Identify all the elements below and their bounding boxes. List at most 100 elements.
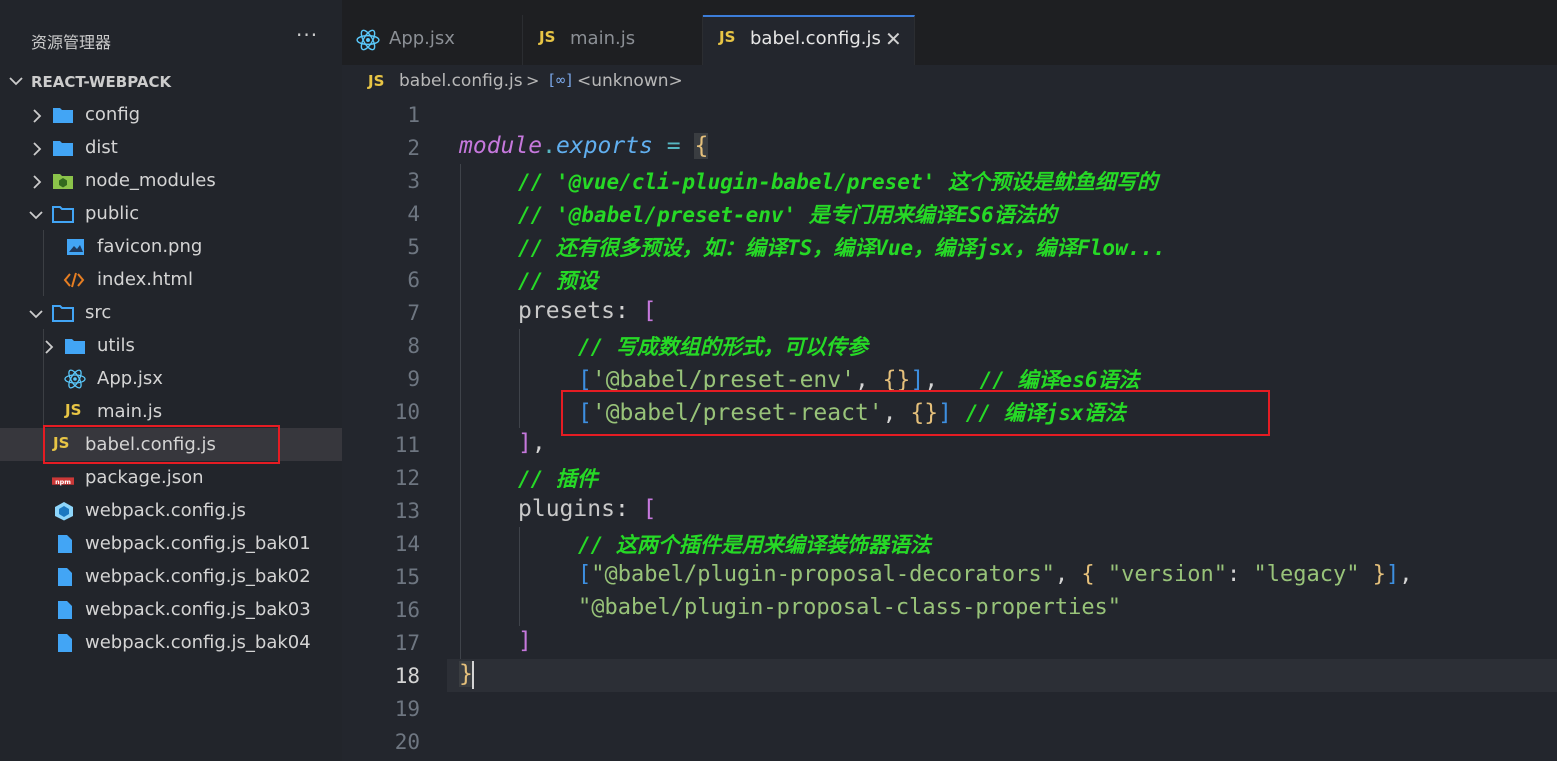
chevron-down-icon xyxy=(29,310,43,319)
js-icon: JS xyxy=(539,28,556,46)
folder-icon xyxy=(53,108,73,123)
explorer-sidebar: 资源管理器 ··· REACT-WEBPACK config dist node… xyxy=(0,0,342,761)
line-number: 2 xyxy=(407,136,420,160)
code-line-3: // '@vue/cli-plugin-babel/preset' 这个预设是鱿… xyxy=(518,170,1158,194)
annotation-highlight-box xyxy=(561,390,1270,436)
tree-item-label: favicon.png xyxy=(97,236,203,257)
code-token: = xyxy=(652,133,695,159)
tree-item-webpack-bak03[interactable]: webpack.config.js_bak03 xyxy=(0,593,342,626)
line-number-current: 18 xyxy=(394,664,420,688)
tree-item-label: webpack.config.js_bak03 xyxy=(85,599,311,620)
tree-item-webpack-bak01[interactable]: webpack.config.js_bak01 xyxy=(0,527,342,560)
code-token: } xyxy=(1359,562,1387,587)
tree-item-utils[interactable]: utils xyxy=(0,329,342,362)
tree-item-main-js[interactable]: JS main.js xyxy=(0,395,342,428)
react-icon xyxy=(64,369,86,389)
close-icon[interactable]: ✕ xyxy=(885,27,902,51)
folder-open-icon xyxy=(52,206,74,223)
folder-icon xyxy=(53,141,73,156)
line-number: 8 xyxy=(407,334,420,358)
tree-item-label: package.json xyxy=(85,467,204,488)
editor-tab-bar: App.jsx JS main.js JS babel.config.js ✕ xyxy=(342,15,1557,65)
chevron-right-icon xyxy=(33,142,42,156)
file-icon xyxy=(58,634,72,652)
tree-item-label: dist xyxy=(85,137,118,158)
line-number: 19 xyxy=(394,697,420,721)
code-line-2: module.exports = { xyxy=(459,133,709,159)
tree-item-public[interactable]: public xyxy=(0,197,342,230)
code-line-6: // 预设 xyxy=(518,269,598,293)
code-token: plugins xyxy=(518,496,615,522)
tab-babel-config[interactable]: JS babel.config.js ✕ xyxy=(703,15,915,65)
tree-item-label: webpack.config.js_bak04 xyxy=(85,632,311,653)
tree-item-dist[interactable]: dist xyxy=(0,131,342,164)
tree-item-label: index.html xyxy=(97,269,193,290)
breadcrumb-file[interactable]: babel.config.js xyxy=(399,71,523,91)
tree-item-label: src xyxy=(85,302,112,323)
line-number: 7 xyxy=(407,301,420,325)
code-line-16: "@babel/plugin-proposal-class-properties… xyxy=(578,595,1122,620)
svg-text:npm: npm xyxy=(55,478,71,486)
chevron-right-icon xyxy=(33,109,42,123)
chevron-down-icon xyxy=(29,211,43,220)
code-token: "version" xyxy=(1094,562,1228,587)
image-icon xyxy=(67,239,84,255)
tree-item-webpack-bak02[interactable]: webpack.config.js_bak02 xyxy=(0,560,342,593)
code-line-13: plugins: [ xyxy=(518,496,657,522)
line-number: 12 xyxy=(394,466,420,490)
tree-item-label: webpack.config.js_bak02 xyxy=(85,566,311,587)
code-token: , xyxy=(1399,562,1413,587)
react-icon xyxy=(356,29,380,51)
line-number: 6 xyxy=(407,268,420,292)
code-token: module xyxy=(459,133,543,159)
code-line-7: presets: [ xyxy=(518,298,657,324)
line-number: 20 xyxy=(394,730,420,754)
tree-item-favicon[interactable]: favicon.png xyxy=(0,230,342,263)
code-line-5: // 还有很多预设，如：编译TS，编译Vue，编译jsx，编译Flow... xyxy=(518,236,1166,260)
tree-item-webpack-config[interactable]: webpack.config.js xyxy=(0,494,342,527)
tree-item-node-modules[interactable]: node_modules xyxy=(0,164,342,197)
code-token: { xyxy=(1081,562,1095,587)
tree-item-label: webpack.config.js xyxy=(85,500,246,521)
code-token: ] xyxy=(1386,562,1400,587)
file-icon xyxy=(58,535,72,553)
code-token: , xyxy=(531,430,546,456)
tree-item-config[interactable]: config xyxy=(0,98,342,131)
code-token: [ xyxy=(642,298,657,324)
breadcrumb-symbol[interactable]: <unknown> xyxy=(577,71,683,91)
tab-app-jsx[interactable]: App.jsx xyxy=(342,15,523,65)
project-root[interactable]: REACT-WEBPACK xyxy=(0,65,342,98)
code-token: "@babel/plugin-proposal-decorators" xyxy=(591,562,1055,587)
folder-open-icon xyxy=(52,305,74,322)
tree-item-app-jsx[interactable]: App.jsx xyxy=(0,362,342,395)
code-token: ] xyxy=(518,430,532,456)
line-number: 4 xyxy=(407,202,420,226)
tab-label: App.jsx xyxy=(389,28,455,49)
indent-guide xyxy=(519,527,520,626)
code-token: : xyxy=(614,298,643,324)
tree-item-index-html[interactable]: index.html xyxy=(0,263,342,296)
project-name: REACT-WEBPACK xyxy=(31,73,172,91)
js-icon: JS xyxy=(368,72,385,90)
code-line-14: // 这两个插件是用来编译装饰器语法 xyxy=(578,533,931,557)
tree-item-package-json[interactable]: npm package.json xyxy=(0,461,342,494)
code-editor[interactable]: 1 2 3 4 5 6 7 8 9 10 11 12 13 14 15 16 1… xyxy=(342,98,1557,761)
tree-item-webpack-bak04[interactable]: webpack.config.js_bak04 xyxy=(0,626,342,659)
line-number: 3 xyxy=(407,169,420,193)
chevron-right-icon xyxy=(45,340,54,354)
code-token: [ xyxy=(578,562,592,587)
tree-item-label: public xyxy=(85,203,140,224)
tree-item-label: webpack.config.js_bak01 xyxy=(85,533,311,554)
code-token: presets xyxy=(518,298,615,324)
node-folder-icon xyxy=(53,174,73,189)
tree-item-label: App.jsx xyxy=(97,368,163,389)
html-icon xyxy=(63,272,85,288)
code-line-17: ] xyxy=(518,628,532,654)
current-line-highlight xyxy=(447,659,1557,692)
tab-main-js[interactable]: JS main.js xyxy=(523,15,703,65)
code-token: // 编译es6语法 xyxy=(979,368,1140,392)
file-icon xyxy=(58,568,72,586)
tree-item-src[interactable]: src xyxy=(0,296,342,329)
folder-icon xyxy=(65,339,85,354)
more-actions-button[interactable]: ··· xyxy=(296,23,318,47)
